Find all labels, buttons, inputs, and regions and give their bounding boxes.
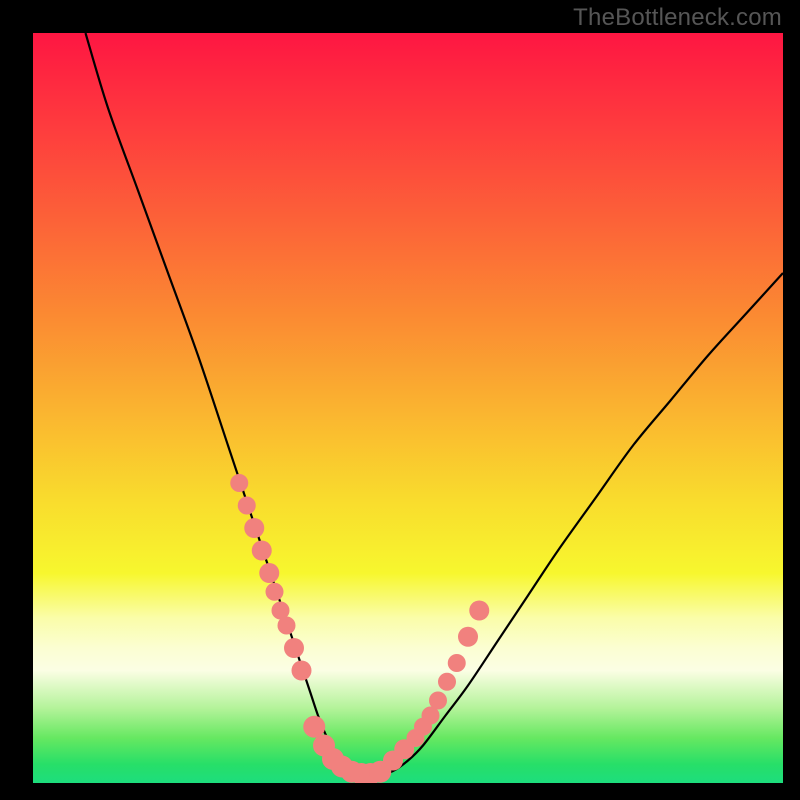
- marker-dot: [292, 661, 312, 681]
- marker-dot: [238, 497, 256, 515]
- marker-dot: [469, 601, 489, 621]
- marker-dot: [278, 617, 296, 635]
- plot-area: [33, 33, 783, 783]
- marker-dot: [448, 654, 466, 672]
- marker-dot: [266, 583, 284, 601]
- marker-dot: [230, 474, 248, 492]
- marker-dot: [458, 627, 478, 647]
- marker-dot: [259, 563, 279, 583]
- watermark-text: TheBottleneck.com: [573, 4, 782, 32]
- outer-frame: TheBottleneck.com: [0, 0, 800, 800]
- marker-dot: [429, 692, 447, 710]
- marker-dot: [284, 638, 304, 658]
- marker-dot: [244, 518, 264, 538]
- gradient-background: [33, 33, 783, 783]
- marker-dot: [252, 541, 272, 561]
- marker-dot: [438, 673, 456, 691]
- marker-dot: [303, 716, 325, 738]
- chart-svg: [33, 33, 783, 783]
